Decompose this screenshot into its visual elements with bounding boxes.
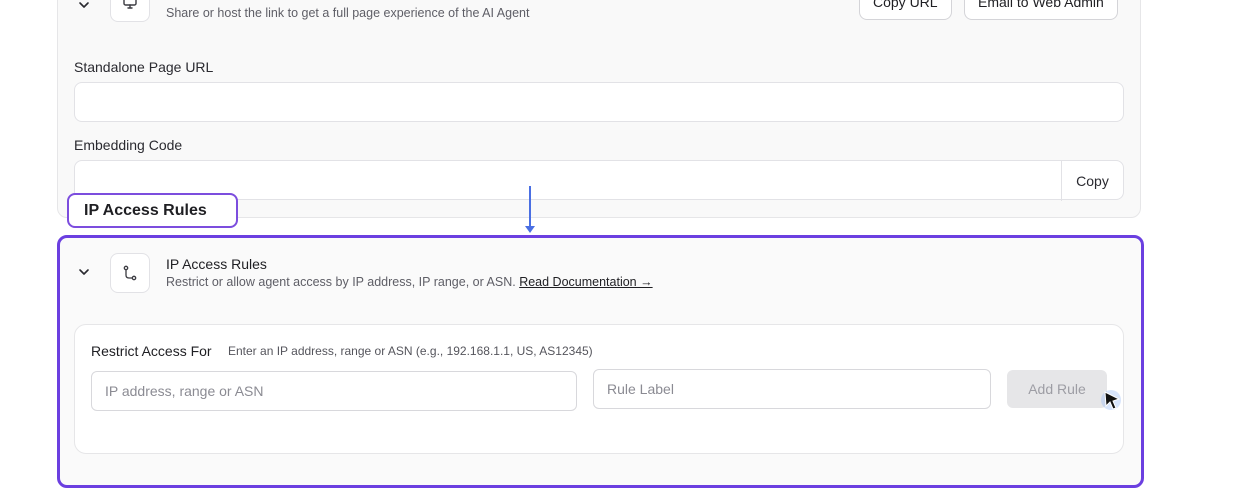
route-icon bbox=[110, 253, 150, 293]
chevron-down-icon[interactable] bbox=[76, 264, 92, 280]
chevron-down-icon[interactable] bbox=[76, 0, 92, 13]
annotation-callout-label: IP Access Rules bbox=[84, 201, 207, 219]
add-rule-button[interactable]: Add Rule bbox=[1007, 370, 1107, 408]
ip-address-input[interactable] bbox=[91, 371, 577, 411]
standalone-description: Share or host the link to get a full pag… bbox=[166, 6, 530, 20]
copy-url-button[interactable]: Copy URL bbox=[859, 0, 952, 20]
annotation-arrow bbox=[529, 186, 531, 228]
email-to-web-admin-button[interactable]: Email to Web Admin bbox=[964, 0, 1118, 20]
standalone-url-field[interactable] bbox=[74, 82, 1124, 122]
annotation-arrow-head bbox=[525, 226, 535, 233]
read-documentation-link[interactable]: Read Documentation → bbox=[519, 275, 652, 289]
ip-section-description-line: Restrict or allow agent access by IP add… bbox=[166, 275, 653, 289]
annotation-callout: IP Access Rules bbox=[67, 193, 238, 228]
mouse-pointer-icon bbox=[1100, 388, 1126, 414]
standalone-url-label: Standalone Page URL bbox=[74, 59, 214, 75]
ip-section-title: IP Access Rules bbox=[166, 256, 267, 272]
monitor-icon bbox=[110, 0, 150, 22]
rule-label-input[interactable] bbox=[593, 369, 991, 409]
restrict-access-hint: Enter an IP address, range or ASN (e.g.,… bbox=[228, 344, 593, 358]
ip-section-description: Restrict or allow agent access by IP add… bbox=[166, 275, 516, 289]
embedding-code-label: Embedding Code bbox=[74, 137, 183, 153]
restrict-access-label: Restrict Access For bbox=[91, 343, 212, 359]
copy-embedding-button[interactable]: Copy bbox=[1061, 161, 1123, 201]
